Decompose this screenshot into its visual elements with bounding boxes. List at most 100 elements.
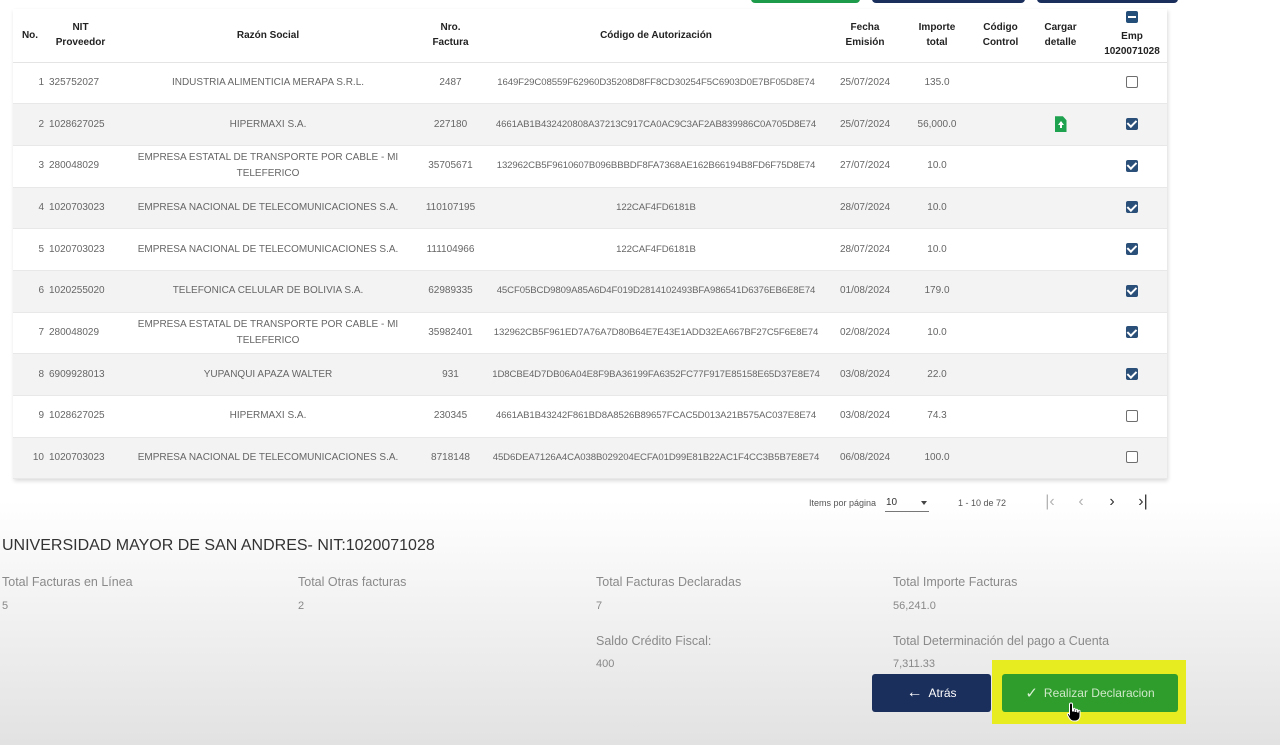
top-green-button[interactable] <box>751 0 860 3</box>
last-page-icon[interactable]: ›| <box>1133 492 1153 512</box>
table-row: 4 1020703023 EMPRESA NACIONAL DE TELECOMUN… <box>13 187 1167 230</box>
cell-nro-factura: 2487 <box>422 62 479 105</box>
row-checkbox[interactable] <box>1126 326 1138 339</box>
realizar-declaracion-button[interactable]: ✓ Realizar Declaracion <box>1002 674 1178 712</box>
row-checkbox[interactable] <box>1126 242 1138 255</box>
cell-nit: 1020703023 <box>47 187 114 230</box>
total-declaradas-value: 7 <box>596 600 603 612</box>
cell-nit: 325752027 <box>47 62 114 105</box>
row-checkbox[interactable] <box>1126 409 1138 422</box>
select-all-indeterminate-checkbox[interactable] <box>1126 11 1138 24</box>
cell-nit: 1020703023 <box>47 228 114 271</box>
row-checkbox[interactable] <box>1126 284 1138 297</box>
row-checkbox[interactable] <box>1126 117 1138 130</box>
back-button[interactable]: ← Atrás <box>872 674 991 712</box>
cell-importe: 10.0 <box>897 228 977 271</box>
cell-codigo-control <box>977 103 1024 146</box>
cell-fecha: 02/08/2024 <box>833 312 897 355</box>
row-checkbox[interactable] <box>1126 368 1138 381</box>
table-row: 6 1020255020 TELEFONICA CELULAR DE BOLIVIA… <box>13 270 1167 313</box>
cell-codigo-control <box>977 62 1024 105</box>
cell-cargar-detalle <box>1024 187 1097 230</box>
col-header-razon-social: Razón Social <box>114 9 422 63</box>
cell-fecha: 25/07/2024 <box>833 103 897 146</box>
cell-importe: 74.3 <box>897 395 977 438</box>
saldo-credito-value: 400 <box>596 658 615 670</box>
cell-codigo-autorizacion: 1D8CBE4D7DB06A04E8F9BA36199FA6352FC77F91… <box>479 353 833 396</box>
cell-codigo-autorizacion: 122CAF4FD6181B <box>479 187 833 230</box>
table-row: 2 1028627025 HIPERMAXI S.A. 227180 4661AB1B4… <box>13 103 1167 146</box>
cell-emp <box>1097 187 1167 230</box>
next-page-icon[interactable]: › <box>1102 492 1122 512</box>
total-otras-label: Total Otras facturas <box>298 575 407 589</box>
cell-fecha: 03/08/2024 <box>833 395 897 438</box>
cell-cargar-detalle <box>1024 103 1097 146</box>
col-header-importe-total: Importe total <box>897 9 977 63</box>
cell-codigo-control <box>977 437 1024 480</box>
cell-codigo-autorizacion: 4661AB1B43242F861BD8A8526B89657FCAC5D013… <box>479 395 833 438</box>
determinacion-label: Total Determinación del pago a Cuenta <box>893 634 1110 648</box>
row-checkbox[interactable] <box>1126 451 1138 464</box>
cell-razon-social: EMPRESA NACIONAL DE TELECOMUNICACIONES S… <box>114 187 422 230</box>
determinacion-value: 7,311.33 <box>893 658 936 670</box>
col-header-cargar-detalle: Cargar detalle <box>1024 9 1097 63</box>
cell-codigo-control <box>977 145 1024 188</box>
cell-emp <box>1097 62 1167 105</box>
cell-importe: 56,000.0 <box>897 103 977 146</box>
table-row: 8 6909928013 YUPANQUI APAZA WALTER 931 1D8CB… <box>13 353 1167 396</box>
invoice-table-card: No. NIT Proveedor Razón Social Nro. Factur… <box>13 9 1167 480</box>
cell-emp <box>1097 353 1167 396</box>
col-header-codigo-control: Código Control <box>977 9 1024 63</box>
upload-file-icon[interactable] <box>1054 116 1067 133</box>
organization-title: UNIVERSIDAD MAYOR DE SAN ANDRES- NIT:102… <box>2 537 435 554</box>
cell-nit: 1028627025 <box>47 103 114 146</box>
col-header-nit: NIT Proveedor <box>47 9 114 63</box>
cell-fecha: 28/07/2024 <box>833 187 897 230</box>
cell-razon-social: TELEFONICA CELULAR DE BOLIVIA S.A. <box>114 270 422 313</box>
cell-no: 6 <box>13 270 47 313</box>
cell-emp <box>1097 395 1167 438</box>
cell-razon-social: EMPRESA NACIONAL DE TELECOMUNICACIONES S… <box>114 228 422 271</box>
table-row: 9 1028627025 HIPERMAXI S.A. 230345 4661AB1B4… <box>13 395 1167 438</box>
cell-no: 2 <box>13 103 47 146</box>
cell-fecha: 06/08/2024 <box>833 437 897 480</box>
col-header-emp: Emp 1020071028 <box>1097 9 1167 63</box>
cell-importe: 135.0 <box>897 62 977 105</box>
cell-codigo-control <box>977 228 1024 271</box>
row-checkbox[interactable] <box>1126 159 1138 172</box>
cell-razon-social: YUPANQUI APAZA WALTER <box>114 353 422 396</box>
cell-razon-social: EMPRESA ESTATAL DE TRANSPORTE POR CABLE … <box>114 312 422 355</box>
row-checkbox[interactable] <box>1126 76 1138 89</box>
cell-razon-social: EMPRESA ESTATAL DE TRANSPORTE POR CABLE … <box>114 145 422 188</box>
total-en-linea-label: Total Facturas en Línea <box>2 575 133 589</box>
items-per-page-label: Items por página <box>809 498 877 508</box>
table-row: 3 280048029 EMPRESA ESTATAL DE TRANSPORTE … <box>13 145 1167 188</box>
cell-codigo-autorizacion: 132962CB5F9610607B096BBBDF8FA7368AE162B6… <box>479 145 833 188</box>
previous-page-icon[interactable]: ‹ <box>1071 492 1091 512</box>
cell-codigo-autorizacion: 1649F29C08559F62960D35208D8FF8CD30254F5C… <box>479 62 833 105</box>
cell-emp <box>1097 145 1167 188</box>
cell-importe: 100.0 <box>897 437 977 480</box>
first-page-icon[interactable]: |‹ <box>1040 492 1060 512</box>
top-navy-button-1[interactable] <box>872 0 1025 3</box>
cell-emp <box>1097 228 1167 271</box>
cell-no: 1 <box>13 62 47 105</box>
back-button-label: Atrás <box>928 686 957 700</box>
cell-fecha: 25/07/2024 <box>833 62 897 105</box>
cell-nro-factura: 62989335 <box>422 270 479 313</box>
total-en-linea-value: 5 <box>2 600 9 612</box>
top-navy-button-2[interactable] <box>1037 0 1178 3</box>
cell-no: 4 <box>13 187 47 230</box>
cell-fecha: 03/08/2024 <box>833 353 897 396</box>
page-size-select[interactable]: 10 <box>885 495 929 512</box>
table-row: 7 280048029 EMPRESA ESTATAL DE TRANSPORTE … <box>13 312 1167 355</box>
total-declaradas-label: Total Facturas Declaradas <box>596 575 742 589</box>
hand-cursor-icon <box>1066 702 1081 722</box>
cell-nro-factura: 230345 <box>422 395 479 438</box>
col-header-no: No. <box>13 9 47 63</box>
col-header-fecha-emision: Fecha Emisión <box>833 9 897 63</box>
cell-cargar-detalle <box>1024 270 1097 313</box>
cell-razon-social: INDUSTRIA ALIMENTICIA MERAPA S.R.L. <box>114 62 422 105</box>
row-checkbox[interactable] <box>1126 201 1138 214</box>
cell-no: 7 <box>13 312 47 355</box>
